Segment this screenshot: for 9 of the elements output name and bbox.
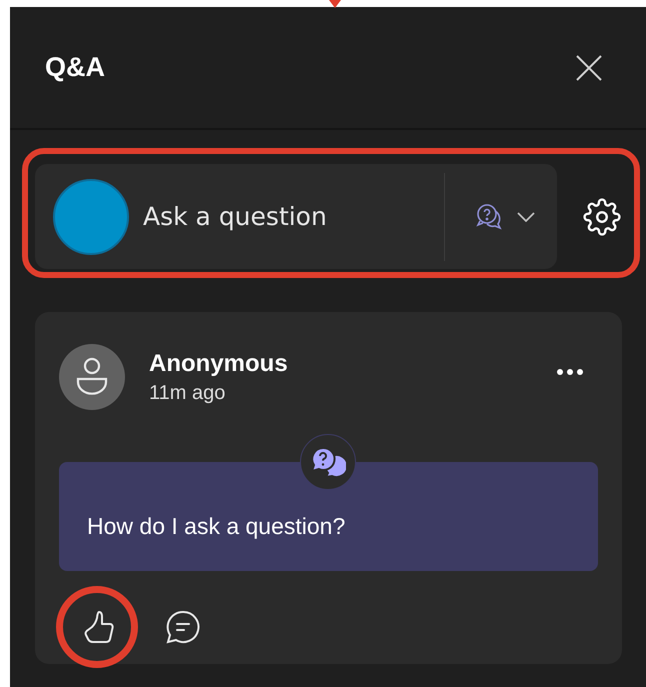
more-icon [556,368,584,376]
chevron-down-icon [517,212,535,222]
question-text: How do I ask a question? [87,513,346,540]
pointer-arrow-icon [329,0,341,8]
question-field[interactable]: Ask a question [141,196,444,238]
author-name: Anonymous [149,350,289,378]
panel-title: Q&A [45,52,105,83]
timestamp: 11m ago [149,382,226,405]
question-bubble-icon [475,202,503,230]
